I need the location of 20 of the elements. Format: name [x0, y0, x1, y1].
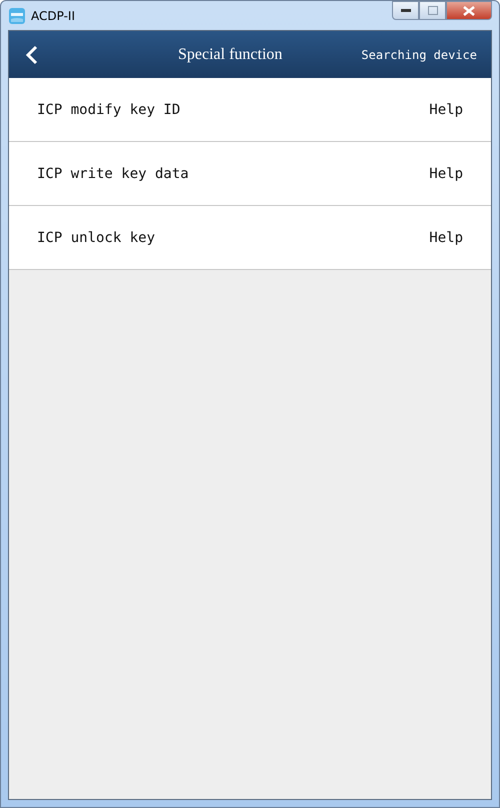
function-label: ICP unlock key — [37, 230, 156, 246]
function-label: ICP modify key ID — [37, 102, 180, 118]
help-link[interactable]: Help — [429, 102, 463, 118]
page-title: Special function — [176, 46, 284, 64]
minimize-button[interactable] — [392, 1, 419, 20]
back-icon — [25, 44, 39, 66]
window-title: ACDP-II — [31, 8, 76, 22]
help-link[interactable]: Help — [429, 166, 463, 182]
status-text: Searching device — [361, 48, 477, 62]
close-button[interactable] — [446, 1, 492, 20]
back-button[interactable] — [25, 44, 39, 66]
function-label: ICP write key data — [37, 166, 189, 182]
minimize-icon — [400, 8, 410, 12]
close-icon — [463, 6, 475, 16]
help-link[interactable]: Help — [429, 230, 463, 246]
function-item[interactable]: ICP modify key ID Help — [9, 78, 491, 142]
function-item[interactable]: ICP write key data Help — [9, 142, 491, 206]
app-icon — [9, 8, 25, 24]
function-item[interactable]: ICP unlock key Help — [9, 206, 491, 270]
maximize-icon — [428, 6, 438, 15]
